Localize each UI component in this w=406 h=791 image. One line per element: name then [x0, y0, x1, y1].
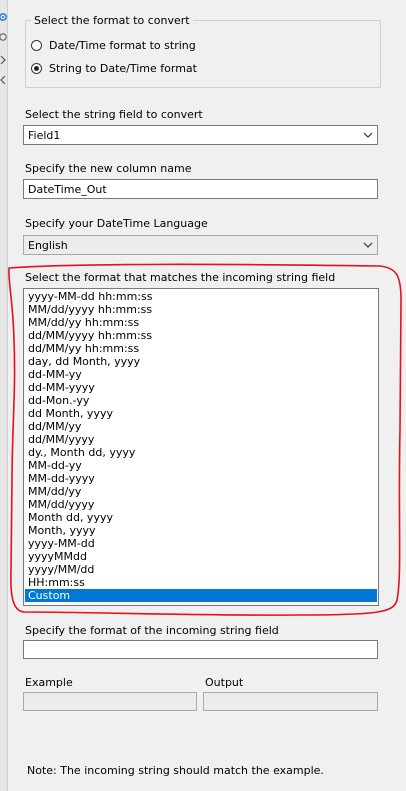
- list-item[interactable]: yyyy-MM-dd hh:mm:ss: [25, 290, 377, 303]
- list-item[interactable]: dd/MM/yy hh:mm:ss: [25, 342, 377, 355]
- list-item[interactable]: dd-MM-yyyy: [25, 381, 377, 394]
- list-item[interactable]: Month, yyyy: [25, 524, 377, 537]
- output-label: Output: [205, 676, 244, 689]
- language-dropdown[interactable]: English: [23, 235, 378, 255]
- list-item-selected[interactable]: Custom: [25, 589, 377, 602]
- radio-datetime-to-string[interactable]: Date/Time format to string: [31, 39, 196, 52]
- side-rail: [0, 0, 8, 791]
- output-field: [203, 692, 378, 711]
- list-item[interactable]: MM/dd/yy: [25, 485, 377, 498]
- list-item[interactable]: yyyyMMdd: [25, 550, 377, 563]
- list-item[interactable]: yyyy/MM/dd: [25, 563, 377, 576]
- custom-format-input[interactable]: [23, 640, 378, 659]
- radio-label: Date/Time format to string: [49, 39, 196, 52]
- radio-label: String to Date/Time format: [49, 62, 197, 75]
- list-item[interactable]: MM-dd-yy: [25, 459, 377, 472]
- format-group-legend: Select the format to convert: [31, 14, 193, 27]
- list-item[interactable]: MM/dd/yy hh:mm:ss: [25, 316, 377, 329]
- list-item[interactable]: dd Month, yyyy: [25, 407, 377, 420]
- list-item[interactable]: dy., Month dd, yyyy: [25, 446, 377, 459]
- custom-format-label: Specify the format of the incoming strin…: [25, 624, 279, 637]
- string-field-dropdown[interactable]: Field1: [23, 125, 378, 145]
- radio-button[interactable]: [31, 40, 42, 51]
- chevron-left-icon[interactable]: [0, 75, 7, 85]
- help-icon[interactable]: [0, 32, 7, 42]
- string-field-value: Field1: [28, 129, 61, 142]
- gear-icon[interactable]: [0, 12, 7, 22]
- new-column-label: Specify the new column name: [25, 162, 192, 175]
- chevron-down-icon[interactable]: [363, 130, 373, 140]
- format-groupbox: [25, 20, 381, 88]
- example-field: [23, 692, 197, 711]
- list-item[interactable]: dd/MM/yyyy hh:mm:ss: [25, 329, 377, 342]
- language-label: Specify your DateTime Language: [25, 217, 208, 230]
- chevron-down-icon[interactable]: [363, 240, 373, 250]
- list-item[interactable]: MM/dd/yyyy hh:mm:ss: [25, 303, 377, 316]
- list-item[interactable]: dd/MM/yyyy: [25, 433, 377, 446]
- list-item[interactable]: Month dd, yyyy: [25, 511, 377, 524]
- list-item[interactable]: MM/dd/yyyy: [25, 498, 377, 511]
- list-item[interactable]: MM-dd-yyyy: [25, 472, 377, 485]
- language-value: English: [28, 239, 68, 252]
- example-label: Example: [25, 676, 73, 689]
- list-item[interactable]: dd-Mon.-yy: [25, 394, 377, 407]
- new-column-value: DateTime_Out: [28, 183, 107, 196]
- format-list-label: Select the format that matches the incom…: [25, 271, 336, 284]
- radio-button-checked[interactable]: [31, 63, 42, 74]
- list-item[interactable]: HH:mm:ss: [25, 576, 377, 589]
- list-item[interactable]: dd/MM/yy: [25, 420, 377, 433]
- new-column-input[interactable]: DateTime_Out: [23, 179, 378, 199]
- radio-string-to-datetime[interactable]: String to Date/Time format: [31, 62, 197, 75]
- list-item[interactable]: day, dd Month, yyyy: [25, 355, 377, 368]
- note-text: Note: The incoming string should match t…: [27, 764, 324, 777]
- list-item[interactable]: dd-MM-yy: [25, 368, 377, 381]
- string-field-label: Select the string field to convert: [25, 108, 203, 121]
- chevron-right-icon[interactable]: [0, 55, 7, 65]
- list-item[interactable]: yyyy-MM-dd: [25, 537, 377, 550]
- format-listbox[interactable]: yyyy-MM-dd hh:mm:ss MM/dd/yyyy hh:mm:ss …: [23, 288, 379, 606]
